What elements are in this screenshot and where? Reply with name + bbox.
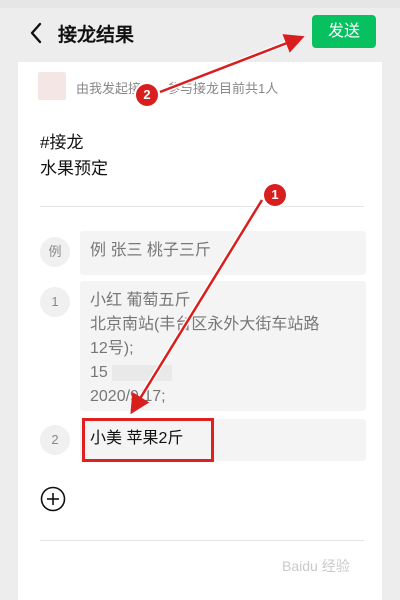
entry-number-2: 2: [40, 425, 70, 455]
entry-line: 2020/9/17;: [90, 388, 166, 405]
entry-line-phone: 15: [90, 361, 356, 385]
entry-number-example: 例: [40, 237, 70, 267]
chevron-left-icon: [30, 22, 42, 44]
back-button[interactable]: [22, 18, 52, 48]
divider: [40, 206, 364, 207]
annotation-marker-1: 1: [264, 184, 286, 206]
page-title: 接龙结果: [58, 25, 135, 46]
entry-line: 北京南站(丰台区永外大街车站路: [90, 316, 320, 333]
entry-line: 例 张三 桃子三斤: [90, 242, 211, 259]
avatar: [38, 72, 66, 100]
participation-info: 由我发起接龙，参与接龙目前共1人: [76, 81, 279, 96]
topic-subject: 水果预定: [40, 159, 108, 178]
entry-line: 12号);: [90, 340, 134, 357]
status-bar: [0, 0, 400, 8]
annotation-marker-2: 2: [136, 84, 158, 106]
entry-number-1: 1: [40, 287, 70, 317]
divider: [40, 540, 364, 541]
entry-1-input[interactable]: 小红 葡萄五斤 北京南站(丰台区永外大街车站路 12号); 15 2020/9/…: [80, 281, 366, 411]
entry-line: 小红 葡萄五斤: [90, 292, 191, 309]
entry-line: 15: [90, 364, 108, 381]
example-entry-input[interactable]: 例 张三 桃子三斤: [80, 231, 366, 275]
send-button[interactable]: 发送: [312, 15, 376, 48]
watermark: Baidu 经验: [282, 558, 350, 574]
topic-tag: #接龙: [40, 133, 84, 152]
redacted-block: [112, 364, 173, 381]
top-bar: 接龙结果 发送: [0, 0, 400, 62]
add-entry-button[interactable]: [40, 486, 66, 512]
plus-circle-icon: [40, 486, 66, 512]
highlight-box: [82, 418, 214, 462]
